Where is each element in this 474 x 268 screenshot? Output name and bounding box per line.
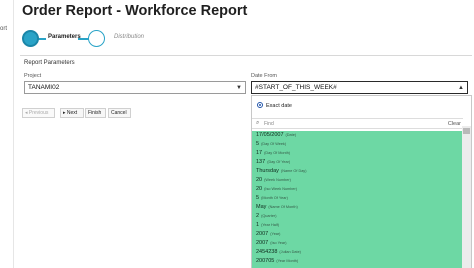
list-item-hint: (Name Of Day) <box>280 169 307 173</box>
list-item[interactable]: Thursday (Name Of Day) <box>252 167 463 176</box>
project-label: Project <box>24 73 42 79</box>
previous-button[interactable]: ◂ Previous <box>22 108 55 118</box>
clear-link[interactable]: Clear <box>448 121 461 127</box>
project-value: TANAMI02 <box>28 84 60 91</box>
list-item-hint: (Day Of Month) <box>264 151 291 155</box>
find-input[interactable]: Find <box>264 121 274 127</box>
list-item-value: 5 <box>256 141 260 147</box>
date-from-label: Date From <box>251 73 277 79</box>
cancel-label: Cancel <box>111 110 127 116</box>
list-item[interactable]: 5 (Month Of Year) <box>252 194 463 203</box>
list-item-hint: (Month Of Year) <box>261 196 288 200</box>
list-item-value: 2007 <box>256 231 269 237</box>
cancel-button[interactable]: Cancel <box>108 108 131 118</box>
list-item-value: 17 <box>256 150 263 156</box>
list-item-hint: (Name Of Month) <box>268 205 298 209</box>
sidebar-cut-text: ort <box>0 26 8 32</box>
list-item[interactable]: 2007 (Iso Year) <box>252 239 463 248</box>
wizard-step-distribution-label[interactable]: Distribution <box>114 34 144 40</box>
list-item-value: 1 <box>256 222 260 228</box>
previous-label: Previous <box>28 110 49 116</box>
list-item-value: Thursday <box>256 168 279 174</box>
list-item-hint: (Date) <box>285 133 297 137</box>
finish-label: Finish <box>88 110 102 116</box>
list-item-hint: (Year Month) <box>276 259 299 263</box>
wizard-connector <box>38 38 46 40</box>
list-item-value: 2454238 <box>256 249 278 255</box>
list-item-hint: (Year Half) <box>261 223 280 227</box>
page-title: Order Report - Workforce Report <box>22 3 248 19</box>
exact-date-label: Exact date <box>266 103 292 109</box>
list-item[interactable]: May (Name Of Month) <box>252 203 463 212</box>
search-icon: ⌕ <box>256 120 260 126</box>
chevron-up-icon[interactable]: ▲ <box>458 85 464 91</box>
list-item[interactable]: 200705 (Year Month) <box>252 257 463 266</box>
chevron-down-icon[interactable]: ▼ <box>236 85 242 91</box>
list-item-value: 200705 <box>256 258 275 264</box>
wizard-steps: Parameters Distribution <box>22 29 222 47</box>
date-token-list: 17/05/2007 (Date) 5 (Day Of Week) 17 (Day Of … <box>252 131 463 268</box>
list-item-value: 2 <box>256 213 260 219</box>
list-item-value: 20 <box>256 177 263 183</box>
exact-date-option[interactable]: Exact date <box>257 102 292 109</box>
scroll-thumb[interactable] <box>463 128 470 134</box>
next-button[interactable]: ▸ Next <box>60 108 84 118</box>
scrollbar[interactable] <box>462 126 471 268</box>
radio-selected-icon[interactable] <box>257 102 263 108</box>
list-item-hint: (Iso Year) <box>270 241 287 245</box>
list-item-hint: (Year) <box>270 232 281 236</box>
project-select[interactable]: TANAMI02 ▼ <box>24 81 246 94</box>
list-item[interactable]: 17 (Day Of Month) <box>252 149 463 158</box>
wizard-step-parameters-label[interactable]: Parameters <box>48 34 81 40</box>
finish-button[interactable]: Finish <box>85 108 106 118</box>
date-from-value: #START_OF_THIS_WEEK# <box>255 84 337 91</box>
list-item[interactable]: 20 (Iso Week Number) <box>252 185 463 194</box>
list-item[interactable]: 5 (Day Of Week) <box>252 140 463 149</box>
list-item[interactable]: 2 (Quarter) <box>252 212 463 221</box>
list-item-value: 20 <box>256 186 263 192</box>
list-item-hint: (Day Of Year) <box>267 160 291 164</box>
find-bar: ⌕ Find Clear <box>252 118 463 129</box>
list-item-hint: (Quarter) <box>261 214 277 218</box>
list-item-value: 137 <box>256 159 266 165</box>
list-item-value: May <box>256 204 267 210</box>
wizard-step-distribution-icon[interactable] <box>88 30 105 47</box>
next-label: Next <box>66 110 78 116</box>
list-item-hint: (Iso Week Number) <box>264 187 297 191</box>
list-item[interactable]: 2007 (Year) <box>252 230 463 239</box>
list-item-hint: (Julian Date) <box>279 250 301 254</box>
list-item-value: 2007 <box>256 240 269 246</box>
list-item[interactable]: 17/05/2007 (Date) <box>252 131 463 140</box>
list-item-value: 5 <box>256 195 260 201</box>
left-sidebar-edge: ort <box>0 0 14 268</box>
section-divider <box>20 55 472 56</box>
list-item[interactable]: 1 (Year Half) <box>252 221 463 230</box>
section-title: Report Parameters <box>24 60 75 66</box>
date-from-select[interactable]: #START_OF_THIS_WEEK# ▲ <box>251 81 468 94</box>
list-item[interactable]: 20 (Week Number) <box>252 176 463 185</box>
list-item-hint: (Week Number) <box>264 178 291 182</box>
date-dropdown-panel: Exact date ⌕ Find Clear 17/05/2007 (Date)… <box>251 95 472 268</box>
list-item[interactable]: 137 (Day Of Year) <box>252 158 463 167</box>
list-item-value: 17/05/2007 <box>256 132 284 138</box>
list-item[interactable]: 2454238 (Julian Date) <box>252 248 463 257</box>
wizard-step-parameters-icon[interactable] <box>22 30 39 47</box>
list-item-hint: (Day Of Week) <box>261 142 287 146</box>
